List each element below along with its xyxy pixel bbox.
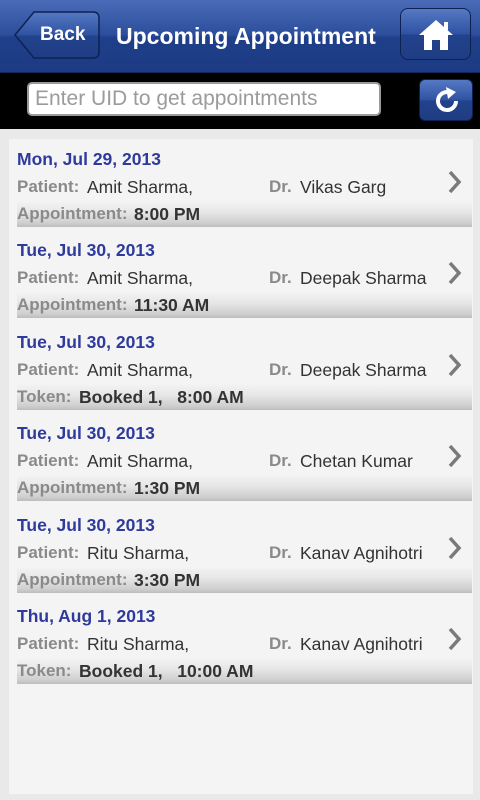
chevron-right-icon bbox=[448, 261, 462, 285]
kind-label: Appointment: bbox=[17, 295, 128, 314]
appointment-item[interactable]: Tue, Jul 30, 2013 Patient: Ritu Sharma, … bbox=[17, 505, 472, 593]
appointment-item[interactable]: Thu, Aug 1, 2013 Patient: Ritu Sharma, D… bbox=[17, 596, 472, 684]
patient-label: Patient: bbox=[17, 268, 80, 287]
token-detail: Booked 1, 8:00 AM bbox=[79, 387, 244, 407]
home-button[interactable] bbox=[400, 8, 471, 60]
patient-label: Patient: bbox=[17, 360, 80, 379]
doctor-label: Dr. bbox=[269, 451, 292, 470]
patient-label: Patient: bbox=[17, 543, 80, 562]
kind-label: Appointment: bbox=[17, 204, 128, 223]
appointment-date: Tue, Jul 30, 2013 bbox=[17, 423, 155, 443]
page-title: Upcoming Appointment bbox=[116, 23, 376, 49]
chevron-right-icon bbox=[448, 444, 462, 468]
appointment-date: Mon, Jul 29, 2013 bbox=[17, 149, 161, 169]
appointment-date: Thu, Aug 1, 2013 bbox=[17, 606, 156, 626]
appointment-item[interactable]: Tue, Jul 30, 2013 Patient: Amit Sharma, … bbox=[17, 413, 472, 501]
doctor-name: Deepak Sharma bbox=[300, 360, 427, 380]
appointment-item[interactable]: Tue, Jul 30, 2013 Patient: Amit Sharma, … bbox=[17, 230, 472, 318]
doctor-label: Dr. bbox=[269, 360, 292, 379]
patient-name: Ritu Sharma, bbox=[87, 634, 190, 654]
back-button-label: Back bbox=[40, 24, 86, 45]
patient-name: Amit Sharma, bbox=[87, 360, 193, 380]
kind-label: Appointment: bbox=[17, 478, 128, 497]
chevron-right-icon bbox=[448, 170, 462, 194]
doctor-name: Deepak Sharma bbox=[300, 268, 427, 288]
doctor-label: Dr. bbox=[269, 268, 292, 287]
appointment-date: Tue, Jul 30, 2013 bbox=[17, 515, 155, 535]
uid-input[interactable] bbox=[27, 82, 381, 116]
appointment-item[interactable]: Tue, Jul 30, 2013 Patient: Amit Sharma, … bbox=[17, 322, 472, 410]
chevron-right-icon bbox=[448, 353, 462, 377]
appointment-detail: 11:30 AM bbox=[134, 295, 210, 315]
doctor-name: Kanav Agnihotri bbox=[300, 543, 423, 563]
back-button[interactable]: Back bbox=[14, 11, 100, 59]
appointment-list: Mon, Jul 29, 2013 Patient: Amit Sharma, … bbox=[9, 139, 473, 794]
appointment-detail: 3:30 PM bbox=[134, 570, 201, 590]
home-icon bbox=[419, 20, 453, 50]
kind-label: Appointment: bbox=[17, 570, 128, 589]
doctor-label: Dr. bbox=[269, 543, 292, 562]
refresh-icon bbox=[436, 87, 458, 112]
patient-label: Patient: bbox=[17, 177, 80, 196]
appointment-detail: 8:00 PM bbox=[134, 204, 201, 224]
search-bar bbox=[0, 73, 480, 129]
app-header: Back Upcoming Appointment bbox=[0, 0, 480, 73]
doctor-name: Kanav Agnihotri bbox=[300, 634, 423, 654]
appointment-item[interactable]: Mon, Jul 29, 2013 Patient: Amit Sharma, … bbox=[17, 139, 472, 227]
patient-name: Amit Sharma, bbox=[87, 451, 193, 471]
doctor-name: Chetan Kumar bbox=[300, 451, 413, 471]
refresh-button[interactable] bbox=[419, 79, 473, 121]
doctor-name: Vikas Garg bbox=[300, 177, 387, 197]
kind-label: Token: bbox=[17, 387, 72, 406]
chevron-right-icon bbox=[448, 536, 462, 560]
kind-label: Token: bbox=[17, 661, 72, 680]
appointment-detail: 1:30 PM bbox=[134, 478, 201, 498]
patient-label: Patient: bbox=[17, 634, 80, 653]
chevron-right-icon bbox=[448, 627, 462, 651]
token-detail: Booked 1, 10:00 AM bbox=[79, 661, 254, 681]
appointment-date: Tue, Jul 30, 2013 bbox=[17, 332, 155, 352]
doctor-label: Dr. bbox=[269, 634, 292, 653]
patient-name: Ritu Sharma, bbox=[87, 543, 190, 563]
patient-name: Amit Sharma, bbox=[87, 268, 193, 288]
patient-label: Patient: bbox=[17, 451, 80, 470]
appointment-date: Tue, Jul 30, 2013 bbox=[17, 240, 155, 260]
doctor-label: Dr. bbox=[269, 177, 292, 196]
patient-name: Amit Sharma, bbox=[87, 177, 193, 197]
